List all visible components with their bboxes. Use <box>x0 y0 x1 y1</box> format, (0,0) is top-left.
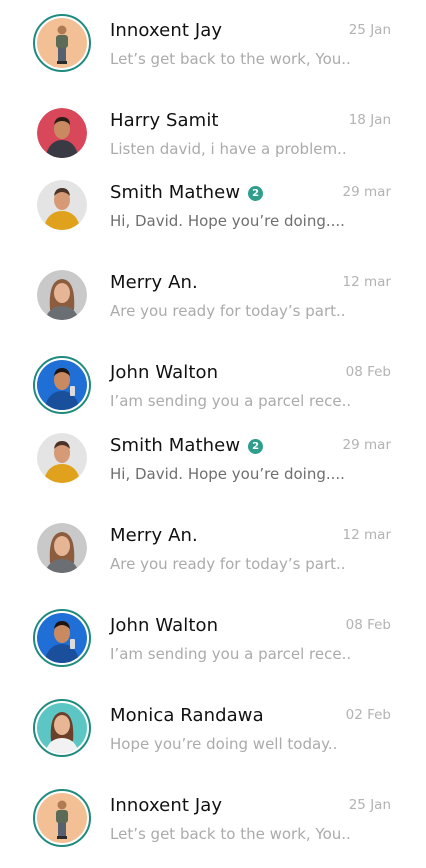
message-preview: Hi, David. Hope you’re doing.... <box>110 465 345 483</box>
person-woman-grey-bg-icon <box>37 523 87 573</box>
conversation-row[interactable]: Smith Mathew 2 29 mar Hi, David. Hope you… <box>0 175 426 255</box>
message-date: 12 mar <box>342 274 391 290</box>
message-preview: I’am sending you a parcel rece.. <box>110 392 352 410</box>
conversation-row[interactable]: Innoxent Jay 25 Jan Let’s get back to th… <box>0 13 426 93</box>
avatar <box>37 523 87 573</box>
contact-name: Innoxent Jay <box>110 20 223 41</box>
message-date: 29 mar <box>342 437 391 453</box>
avatar <box>33 356 91 414</box>
person-yellow-shirt-icon <box>37 433 87 483</box>
person-red-bg-icon <box>37 108 87 158</box>
conversation-row[interactable]: Harry Samit 18 Jan Listen david, i have … <box>0 103 426 183</box>
message-date: 25 Jan <box>348 797 391 813</box>
conversation-list: Innoxent Jay 25 Jan Let’s get back to th… <box>0 0 426 847</box>
message-preview: Let’s get back to the work, You.. <box>110 50 351 68</box>
person-woman-teal-bg-icon <box>37 703 87 753</box>
message-date: 08 Feb <box>345 364 391 380</box>
contact-name: Monica Randawa <box>110 705 264 726</box>
person-peach-bg-icon <box>37 793 87 843</box>
avatar <box>33 699 91 757</box>
conversation-row[interactable]: John Walton 08 Feb I’am sending you a pa… <box>0 355 426 435</box>
message-date: 02 Feb <box>345 707 391 723</box>
conversation-row[interactable]: Smith Mathew 2 29 mar Hi, David. Hope you… <box>0 428 426 508</box>
person-peach-bg-icon <box>37 18 87 68</box>
conversation-row[interactable]: Monica Randawa 02 Feb Hope you’re doing … <box>0 698 426 778</box>
unread-count-badge: 2 <box>248 439 264 454</box>
message-preview: Listen david, i have a problem.. <box>110 140 347 158</box>
contact-name: Harry Samit <box>110 110 219 131</box>
contact-name: Smith Mathew 2 <box>110 182 264 203</box>
person-blue-bg-icon <box>37 360 87 410</box>
avatar <box>33 789 91 847</box>
conversation-row[interactable]: Merry An. 12 mar Are you ready for today… <box>0 518 426 598</box>
contact-name: Merry An. <box>110 525 198 546</box>
avatar <box>33 609 91 667</box>
message-date: 18 Jan <box>348 112 391 128</box>
contact-name: Merry An. <box>110 272 198 293</box>
contact-name: John Walton <box>110 362 219 383</box>
avatar <box>33 14 91 72</box>
conversation-row[interactable]: Merry An. 12 mar Are you ready for today… <box>0 265 426 345</box>
message-date: 12 mar <box>342 527 391 543</box>
message-preview: I’am sending you a parcel rece.. <box>110 645 352 663</box>
avatar <box>37 270 87 320</box>
message-preview: Let’s get back to the work, You.. <box>110 825 351 843</box>
conversation-row[interactable]: Innoxent Jay 25 Jan Let’s get back to th… <box>0 788 426 868</box>
person-woman-grey-bg-icon <box>37 270 87 320</box>
message-preview: Hope you’re doing well today.. <box>110 735 338 753</box>
message-preview: Are you ready for today’s part.. <box>110 555 346 573</box>
avatar <box>37 180 87 230</box>
avatar <box>37 433 87 483</box>
message-date: 25 Jan <box>348 22 391 38</box>
person-blue-bg-icon <box>37 613 87 663</box>
contact-name: Smith Mathew 2 <box>110 435 264 456</box>
avatar <box>37 108 87 158</box>
unread-count-badge: 2 <box>248 186 264 201</box>
message-date: 29 mar <box>342 184 391 200</box>
person-yellow-shirt-icon <box>37 180 87 230</box>
conversation-row[interactable]: John Walton 08 Feb I’am sending you a pa… <box>0 608 426 688</box>
message-preview: Are you ready for today’s part.. <box>110 302 346 320</box>
contact-name: Innoxent Jay <box>110 795 223 816</box>
message-preview: Hi, David. Hope you’re doing.... <box>110 212 345 230</box>
contact-name: John Walton <box>110 615 219 636</box>
message-date: 08 Feb <box>345 617 391 633</box>
